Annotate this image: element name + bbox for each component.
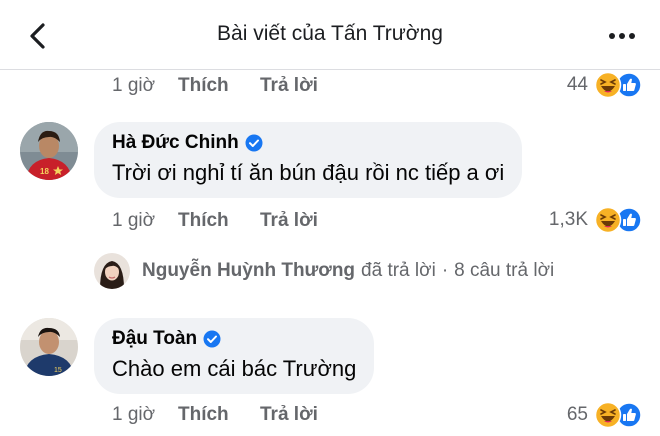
reaction-count: 1,3K — [548, 209, 588, 230]
like-comment-button[interactable]: Thích — [178, 404, 260, 426]
comment-time: 1 giờ — [112, 75, 156, 96]
comment-actions: 1 giờ Thích Trả lời — [112, 75, 318, 99]
comment-text: Trời ơi nghỉ tí ăn bún đậu rồi nc tiếp a… — [112, 160, 505, 185]
reaction-count: 44 — [566, 74, 588, 95]
reply-comment-button[interactable]: Trả lời — [260, 210, 318, 232]
svg-text:15: 15 — [54, 367, 62, 374]
haha-reaction-icon — [594, 401, 622, 429]
post-header: Bài viết của Tấn Trường — [0, 0, 660, 70]
avatar[interactable]: 18 — [20, 122, 78, 180]
reply-action-text: đã trả lời — [361, 260, 436, 281]
page-title: Bài viết của Tấn Trường — [217, 22, 443, 45]
reaction-summary[interactable]: 1,3K — [549, 206, 642, 234]
comment-bubble: Đậu Toàn Chào em cái bác Trường — [94, 318, 375, 394]
like-comment-button[interactable]: Thích — [178, 75, 260, 97]
like-comment-button[interactable]: Thích — [178, 210, 260, 232]
reaction-count: 65 — [566, 404, 588, 425]
verified-badge-icon — [203, 330, 221, 348]
comment-author: Hà Đức Chinh — [112, 132, 239, 153]
reply-comment-button[interactable]: Trả lời — [260, 404, 318, 426]
separator-dot: · — [441, 260, 449, 281]
comment-author-link[interactable]: Đậu Toàn — [112, 328, 356, 350]
avatar[interactable]: 15 — [20, 318, 78, 376]
comment-bubble: Hà Đức Chinh Trời ơi nghỉ tí ăn bún đậu … — [94, 122, 523, 198]
comment-text: Chào em cái bác Trường — [112, 356, 357, 381]
avatar — [94, 253, 130, 289]
reply-count: 8 câu trả lời — [454, 260, 555, 281]
more-options-icon[interactable] — [606, 26, 638, 46]
avatar-photo-icon — [94, 253, 130, 289]
haha-reaction-icon — [594, 71, 622, 99]
view-replies-link[interactable]: Nguyễn Huỳnh Thương đã trả lời · 8 câu t… — [94, 252, 554, 290]
reaction-summary[interactable]: 65 — [567, 401, 642, 429]
avatar-photo-icon: 15 — [20, 318, 78, 376]
verified-badge-icon — [245, 134, 263, 152]
comment-time: 1 giờ — [112, 404, 156, 425]
reply-comment-button[interactable]: Trả lời — [260, 75, 318, 97]
comment-actions: 1 giờ Thích Trả lời — [112, 210, 318, 234]
haha-reaction-icon — [594, 206, 622, 234]
comment-actions: 1 giờ Thích Trả lời — [112, 404, 318, 428]
reaction-summary[interactable]: 44 — [567, 71, 642, 99]
avatar-photo-icon: 18 — [20, 122, 78, 180]
comment-author-link[interactable]: Hà Đức Chinh — [112, 132, 504, 154]
svg-text:18: 18 — [40, 167, 49, 176]
comment-time: 1 giờ — [112, 210, 156, 231]
comment-author: Đậu Toàn — [112, 328, 198, 349]
reply-author: Nguyễn Huỳnh Thương — [142, 260, 356, 281]
